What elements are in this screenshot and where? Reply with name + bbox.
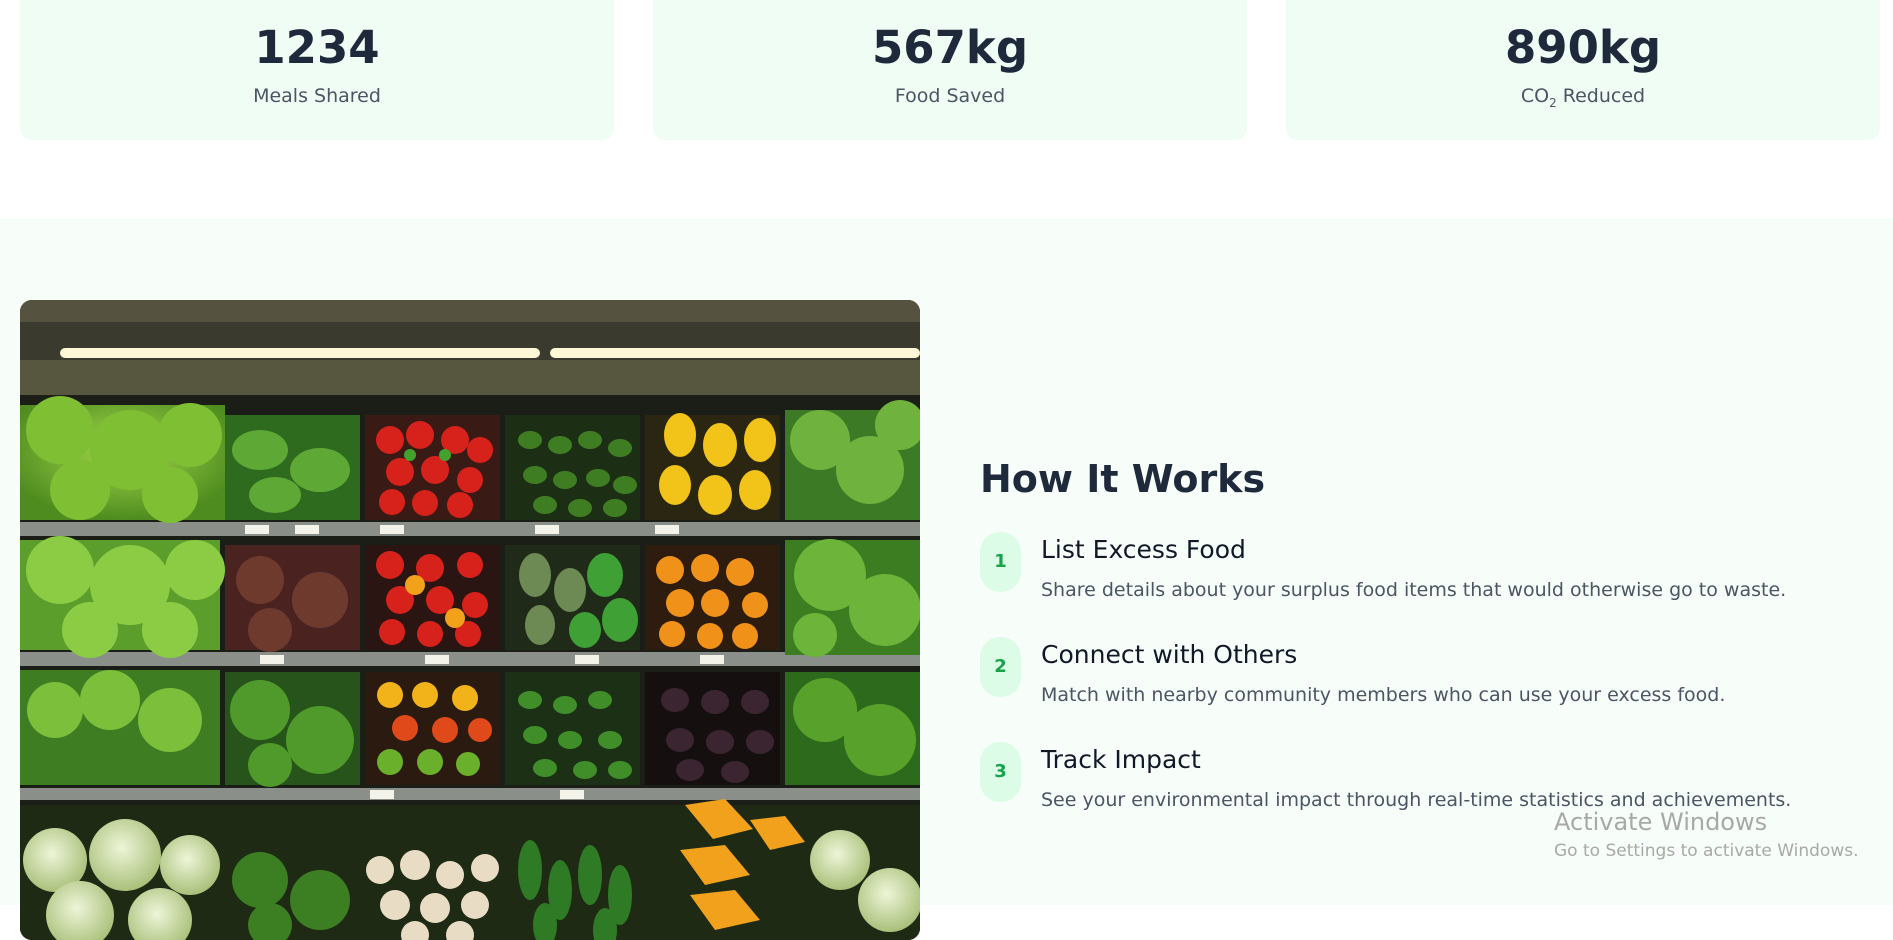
step-list-excess-food: 1 List Excess Food Share details about y… xyxy=(980,532,1880,612)
step-number-badge: 2 xyxy=(980,637,1021,697)
how-it-works-title: How It Works xyxy=(980,457,1266,501)
step-number-badge: 3 xyxy=(980,742,1021,802)
step-connect-with-others: 2 Connect with Others Match with nearby … xyxy=(980,637,1880,717)
stat-value: 1234 xyxy=(254,21,380,74)
stat-value: 567kg xyxy=(871,21,1029,74)
stat-label: Food Saved xyxy=(894,85,1006,107)
step-title: List Excess Food xyxy=(1041,535,1246,564)
stat-card-food-saved: 567kg Food Saved xyxy=(653,0,1247,140)
step-number-badge: 1 xyxy=(980,532,1021,592)
step-title: Connect with Others xyxy=(1041,640,1298,669)
step-title: Track Impact xyxy=(1041,745,1201,774)
stat-card-meals-shared: 1234 Meals Shared xyxy=(20,0,614,140)
watermark-subtitle: Go to Settings to activate Windows. xyxy=(1554,841,1859,861)
vegetable-shelves-image xyxy=(20,300,920,940)
step-description: Match with nearby community members who … xyxy=(1041,684,1726,706)
stat-label: Meals Shared xyxy=(253,85,381,107)
impact-stats-section: 1234 Meals Shared 567kg Food Saved 890kg… xyxy=(0,0,1893,218)
stat-value: 890kg xyxy=(1504,21,1662,74)
activate-windows-watermark: Activate Windows Go to Settings to activ… xyxy=(1554,808,1859,862)
step-description: Share details about your surplus food it… xyxy=(1041,579,1787,601)
stat-card-co2-reduced: 890kg CO2 Reduced xyxy=(1286,0,1880,140)
how-it-works-section: How It Works 1 List Excess Food Share de… xyxy=(0,218,1893,940)
watermark-title: Activate Windows xyxy=(1554,808,1768,836)
stat-label: CO2 Reduced xyxy=(1520,85,1646,110)
